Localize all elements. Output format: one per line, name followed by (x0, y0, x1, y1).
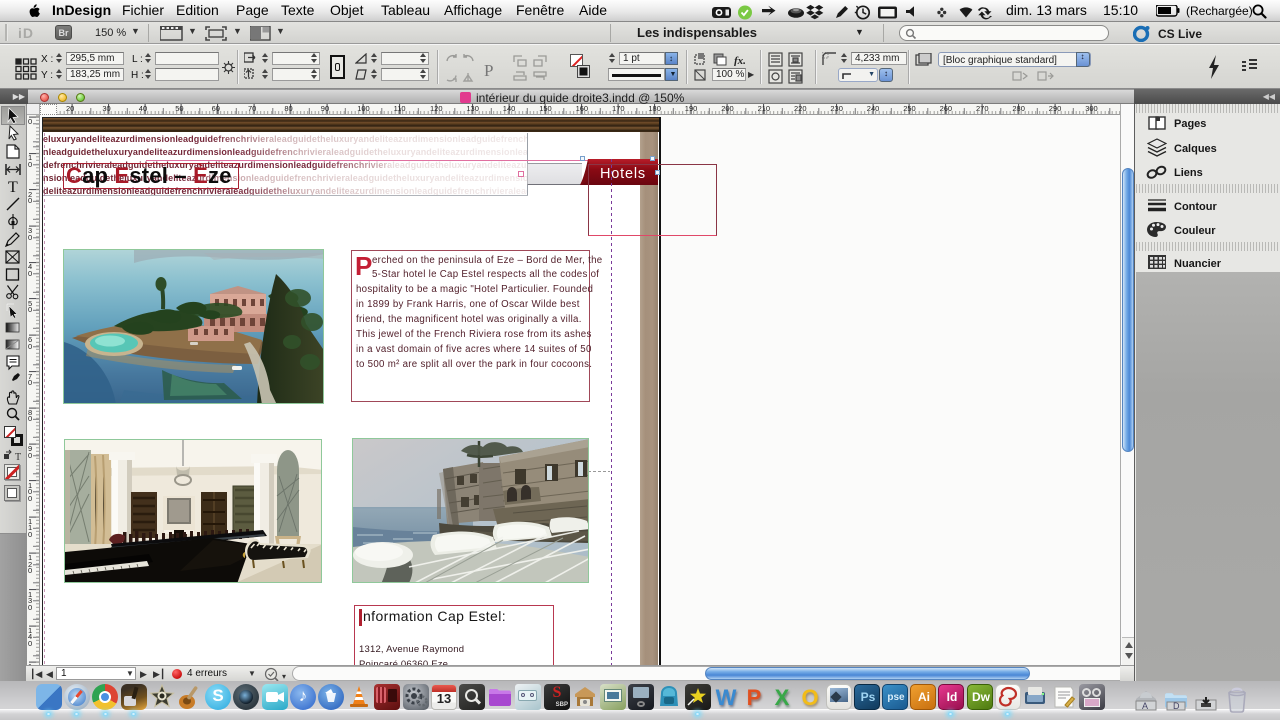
svg-text:D: D (1173, 701, 1180, 711)
svg-text:fx.: fx. (734, 55, 746, 66)
svg-text:T: T (8, 179, 18, 195)
svg-text:P: P (484, 61, 493, 80)
svg-text:T: T (15, 452, 21, 461)
svg-text:A: A (1142, 701, 1148, 711)
